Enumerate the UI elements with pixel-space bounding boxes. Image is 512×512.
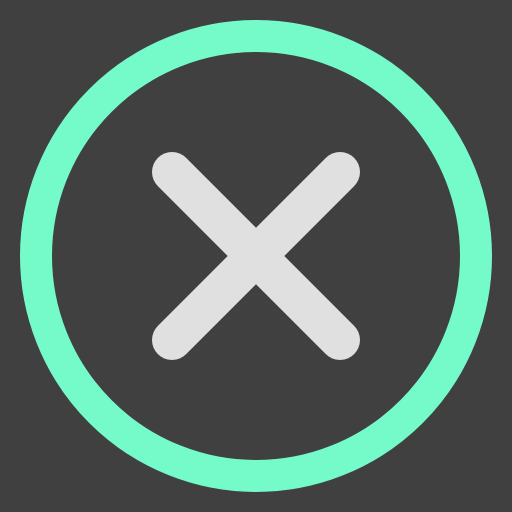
close-circle-icon-canvas xyxy=(0,0,512,512)
close-circle-icon[interactable] xyxy=(0,0,512,512)
